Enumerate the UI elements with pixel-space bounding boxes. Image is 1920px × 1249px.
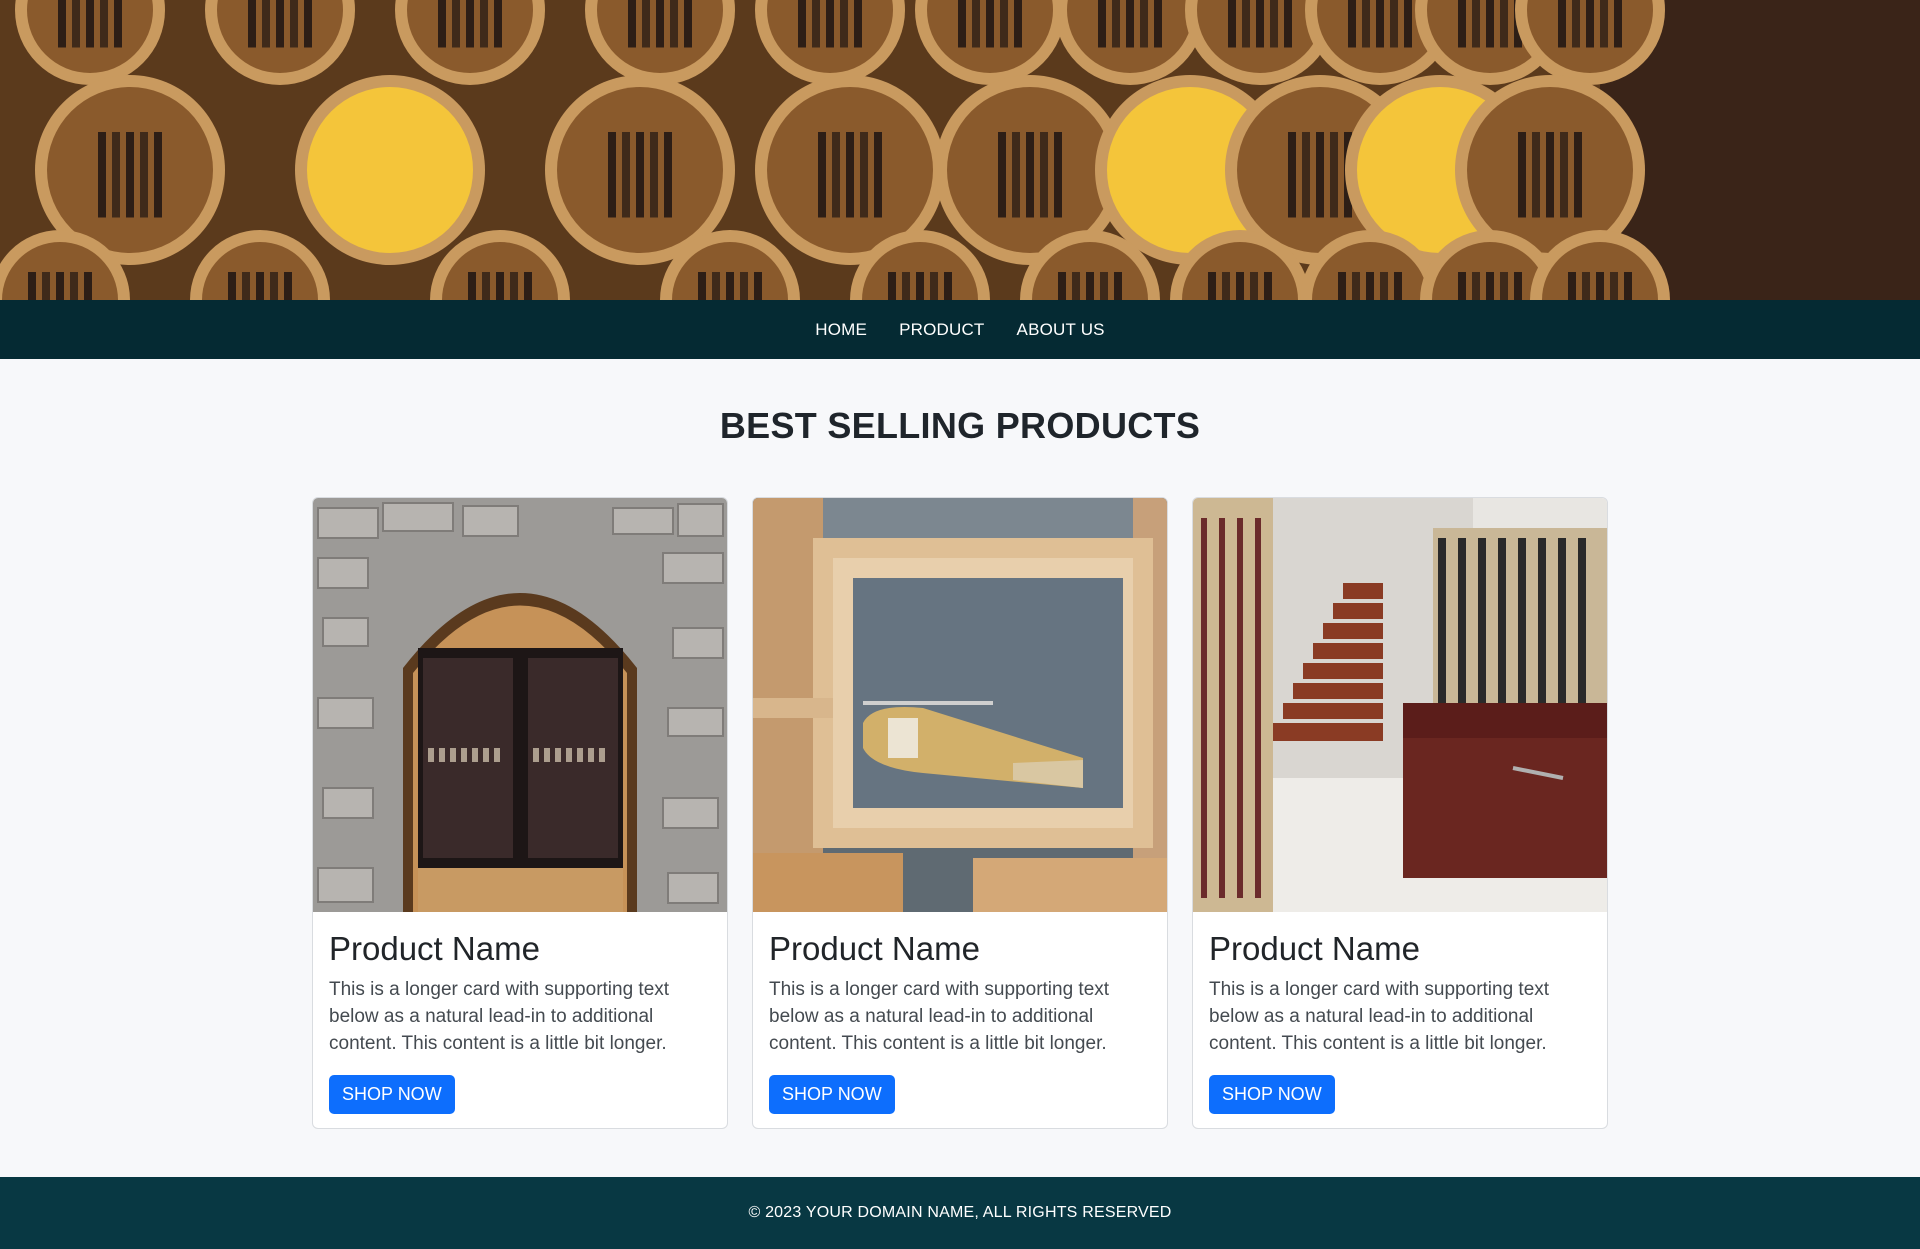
product-card-body: Product Name This is a longer card with … [1193,912,1607,1128]
product-card-body: Product Name This is a longer card with … [753,912,1167,1128]
nav-home-link[interactable]: HOME [815,320,867,340]
product-description: This is a longer card with supporting te… [1209,979,1550,1054]
section-title: BEST SELLING PRODUCTS [719,405,1201,446]
product-image-champagne-shelf [753,498,1167,912]
product-card: Product Name This is a longer card with … [1192,497,1608,1129]
nav-product-link[interactable]: PRODUCT [899,320,984,340]
product-card: Product Name This is a longer card with … [312,497,728,1129]
product-name: Product Name [329,930,540,967]
product-description: This is a longer card with supporting te… [329,979,670,1054]
wine-rack-wall-image [0,0,1920,300]
product-image-wine-room-stairs [1193,498,1607,912]
shop-now-button[interactable]: SHOP NOW [1209,1075,1335,1114]
product-card: Product Name This is a longer card with … [752,497,1168,1129]
main-nav: HOME PRODUCT ABOUT US [0,300,1920,359]
shop-now-button[interactable]: SHOP NOW [329,1075,455,1114]
product-description: This is a longer card with supporting te… [769,979,1110,1054]
product-name: Product Name [1209,930,1420,967]
site-footer: © 2023 YOUR DOMAIN NAME, ALL RIGHTS RESE… [0,1177,1920,1249]
footer-copyright: © 2023 YOUR DOMAIN NAME, ALL RIGHTS RESE… [748,1204,1172,1221]
nav-about-us-link[interactable]: ABOUT US [1017,320,1105,340]
product-image-wine-cellar-arch [313,498,727,912]
hero-banner-image [0,0,1920,300]
shop-now-button[interactable]: SHOP NOW [769,1075,895,1114]
product-name: Product Name [769,930,980,967]
product-card-body: Product Name This is a longer card with … [313,912,727,1128]
product-card-list: Product Name This is a longer card with … [312,497,1609,1129]
